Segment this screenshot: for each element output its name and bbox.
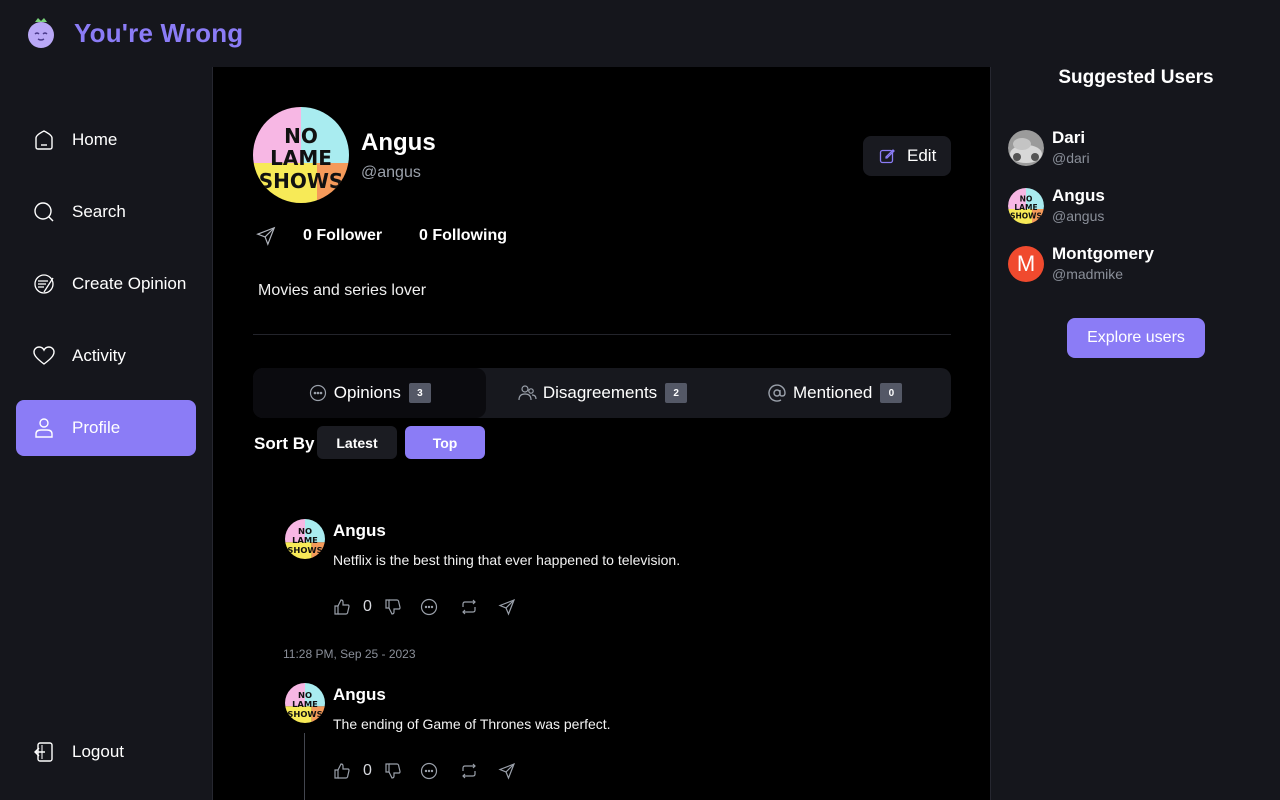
share-button[interactable] [498, 598, 516, 616]
user-avatar[interactable]: M [1008, 246, 1044, 282]
user-icon [35, 418, 53, 438]
edit-icon [879, 149, 895, 164]
comment-button[interactable] [420, 598, 438, 616]
repost-button[interactable] [460, 598, 478, 616]
nav-home-label: Home [72, 130, 118, 149]
tab-disagreements[interactable]: Disagreements 2 [486, 368, 719, 418]
suggested-user-handle: @dari [1052, 150, 1090, 166]
nav-profile[interactable]: Profile [16, 400, 196, 456]
profile-handle: @angus [361, 164, 421, 181]
thumbs-up-icon [334, 763, 350, 779]
post-actions: 0 [333, 759, 516, 783]
edit-profile-button[interactable]: Edit [863, 136, 951, 176]
post-avatar[interactable] [285, 519, 325, 559]
sort-latest-button[interactable]: Latest [317, 426, 397, 459]
like-button[interactable] [333, 598, 351, 616]
post-author[interactable]: Angus [333, 685, 386, 705]
suggested-user-handle: @angus [1052, 208, 1105, 224]
tab-disagreements-count: 2 [665, 383, 688, 403]
compose-icon [34, 274, 54, 294]
home-icon [35, 130, 53, 150]
nav-profile-label: Profile [72, 418, 121, 437]
chat-bubble-icon [309, 384, 326, 402]
like-button[interactable] [333, 762, 351, 780]
opinion-post[interactable]: Angus The ending of Game of Thrones was … [285, 683, 945, 800]
user-avatar[interactable] [1008, 186, 1044, 226]
thumbs-down-icon [385, 763, 401, 779]
suggested-user-handle: @madmike [1052, 266, 1124, 282]
tab-mentioned[interactable]: Mentioned 0 [718, 368, 951, 418]
user-avatar[interactable] [1008, 128, 1044, 168]
post-author[interactable]: Angus [333, 521, 386, 541]
thread-line [304, 733, 305, 800]
suggested-user[interactable]: M Montgomery @madmike [1008, 244, 1154, 284]
at-icon [768, 384, 786, 402]
comment-icon [420, 598, 438, 616]
post-actions: 0 [333, 595, 516, 619]
nav-logout[interactable]: Logout [16, 724, 196, 780]
tab-opinions-count: 3 [408, 383, 431, 403]
profile-main: Angus @angus Edit 0 Follower 0 Following… [212, 67, 991, 800]
like-count: 0 [363, 762, 372, 779]
send-icon [498, 598, 515, 616]
tab-opinions[interactable]: Opinions 3 [253, 368, 486, 418]
divider [253, 334, 951, 335]
following-count[interactable]: 0 Following [419, 227, 507, 245]
repost-icon [462, 763, 476, 779]
nav-home[interactable]: Home [16, 112, 196, 168]
suggested-user[interactable]: Dari @dari [1008, 128, 1090, 168]
app-name: You're Wrong [74, 17, 244, 48]
profile-tabs: Opinions 3 Disagreements 2 Mentioned 0 [253, 368, 951, 418]
opinion-post[interactable]: Angus Netflix is the best thing that eve… [285, 519, 945, 629]
heart-icon [33, 346, 55, 365]
post-avatar[interactable] [285, 683, 325, 723]
dislike-button[interactable] [384, 598, 402, 616]
nav-logout-label: Logout [72, 742, 124, 761]
explore-users-button[interactable]: Explore users [1067, 318, 1205, 358]
comment-button[interactable] [420, 762, 438, 780]
comment-icon [420, 762, 438, 780]
nav-activity-label: Activity [72, 346, 126, 365]
tab-mentioned-count: 0 [880, 383, 903, 403]
logout-icon [34, 742, 53, 762]
tab-disagreements-label: Disagreements [542, 383, 658, 402]
nav-search[interactable]: Search [16, 184, 196, 240]
suggested-user[interactable]: Angus @angus [1008, 186, 1105, 226]
profile-name: Angus [361, 129, 436, 156]
nav-search-label: Search [72, 202, 126, 221]
followers-count[interactable]: 0 Follower [303, 227, 382, 245]
sort-label: Sort By [254, 434, 315, 453]
like-count: 0 [363, 598, 372, 615]
suggested-users-title: Suggested Users [1058, 67, 1214, 88]
nav-activity[interactable]: Activity [16, 328, 196, 384]
brand[interactable]: You're Wrong [24, 14, 243, 52]
dislike-button[interactable] [384, 762, 402, 780]
thumbs-down-icon [385, 599, 401, 615]
edit-label: Edit [907, 146, 937, 165]
users-icon [518, 385, 537, 401]
send-icon[interactable] [255, 225, 277, 247]
post-text: The ending of Game of Thrones was perfec… [333, 716, 611, 732]
suggested-user-name: Angus [1052, 186, 1105, 205]
post-timestamp: 11:28 PM, Sep 25 - 2023 [283, 647, 416, 661]
thumbs-up-icon [334, 599, 350, 615]
repost-button[interactable] [460, 762, 478, 780]
profile-bio: Movies and series lover [258, 282, 427, 299]
nav-create-label: Create Opinion [72, 274, 187, 293]
nav-create-opinion[interactable]: Create Opinion [16, 256, 196, 312]
repost-icon [462, 599, 476, 615]
app-logo-icon [28, 18, 54, 48]
send-icon [498, 762, 515, 780]
share-button[interactable] [498, 762, 516, 780]
sort-top-button[interactable]: Top [405, 426, 485, 459]
suggested-user-name: Dari [1052, 128, 1086, 147]
tab-mentioned-label: Mentioned [792, 383, 873, 402]
profile-avatar[interactable] [253, 107, 349, 203]
post-text: Netflix is the best thing that ever happ… [333, 552, 681, 568]
search-icon [34, 202, 54, 222]
suggested-user-name: Montgomery [1052, 244, 1154, 263]
tab-opinions-label: Opinions [333, 383, 401, 402]
